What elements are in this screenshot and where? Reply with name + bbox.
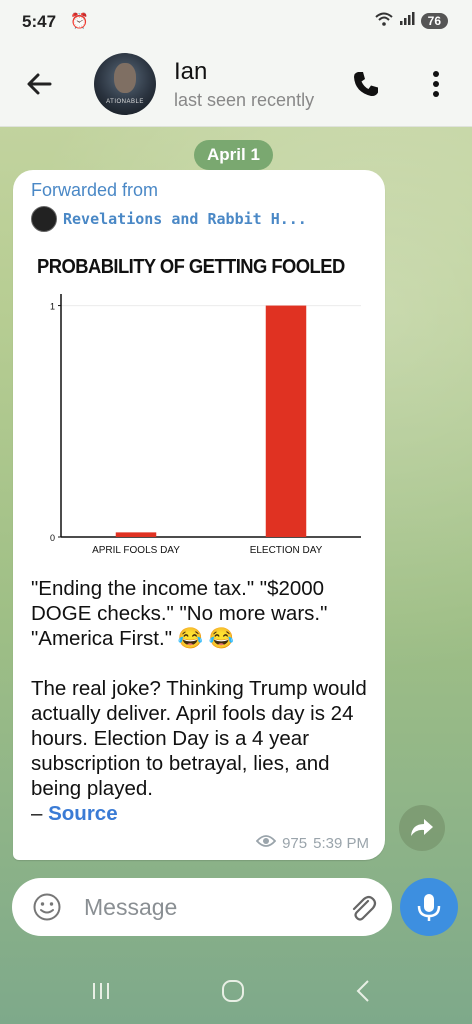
phone-call-icon[interactable]: [350, 68, 382, 100]
microphone-button[interactable]: [400, 878, 458, 936]
bar-chart: 0 1 APRIL FOOLS DAY ELECTION DAY: [50, 294, 361, 556]
alarm-icon: ⏰: [70, 13, 89, 30]
views-count: 975: [282, 834, 308, 852]
source-link[interactable]: Source: [48, 802, 118, 825]
chat-header: ATIONABLE Ian last seen recently: [0, 44, 472, 127]
signal-icon: [399, 12, 415, 29]
message-source-line: – Source: [31, 801, 377, 826]
chart-image[interactable]: PROBABILITY OF GETTING FOOLED 0 1 APRIL FO…: [25, 250, 377, 565]
avatar-caption: ATIONABLE: [106, 99, 144, 105]
system-nav-bar: [0, 960, 472, 1024]
microphone-icon: [417, 894, 441, 921]
message-bubble[interactable]: Forwarded from Revelations and Rabbit H.…: [13, 170, 385, 860]
battery-indicator: 76: [420, 12, 448, 29]
back-arrow-icon[interactable]: [22, 66, 58, 102]
more-options-icon[interactable]: [424, 68, 448, 100]
bar-election-day: [265, 305, 307, 537]
message-input[interactable]: Message: [84, 894, 177, 921]
message-text: "Ending the income tax." "$2000 DOGE che…: [31, 576, 377, 826]
forwarded-source-name[interactable]: Revelations and Rabbit H...: [63, 210, 307, 228]
y-tick-label: 0: [50, 533, 55, 543]
date-chip: April 1: [194, 140, 273, 170]
wifi-icon: [374, 12, 393, 29]
message-time: 5:39 PM: [313, 834, 369, 852]
forward-arrow-icon: [411, 819, 433, 836]
views-eye-icon: [255, 834, 277, 852]
x-tick-label: APRIL FOOLS DAY: [92, 545, 180, 556]
forwarded-label: Forwarded from: [31, 180, 159, 200]
bar-april-fools-day: [115, 532, 157, 537]
contact-avatar[interactable]: ATIONABLE: [94, 53, 156, 115]
message-meta: 975 5:39 PM: [255, 834, 369, 852]
share-forward-button[interactable]: [399, 805, 445, 851]
channel-avatar: [31, 206, 57, 232]
contact-status: last seen recently: [174, 90, 315, 110]
nav-back-icon[interactable]: [352, 978, 374, 1004]
emoji-icon[interactable]: [32, 892, 62, 922]
recent-apps-icon[interactable]: [90, 980, 112, 1002]
home-icon[interactable]: [220, 978, 246, 1004]
forwarded-source[interactable]: Revelations and Rabbit H...: [31, 206, 307, 232]
message-paragraph-2: The real joke? Thinking Trump would actu…: [31, 677, 367, 800]
status-icons: 76: [374, 12, 448, 29]
y-tick-label: 1: [50, 302, 55, 312]
x-tick-label: ELECTION DAY: [250, 545, 323, 556]
avatar-face: [114, 63, 136, 93]
message-input-bar[interactable]: Message: [12, 878, 392, 936]
message-paragraph-1: "Ending the income tax." "$2000 DOGE che…: [31, 577, 328, 650]
paperclip-icon[interactable]: [346, 892, 378, 924]
status-time: 5:47: [22, 12, 57, 31]
contact-name[interactable]: Ian: [174, 58, 207, 86]
status-bar: 5:47 ⏰ 76: [0, 0, 472, 44]
source-prefix: –: [31, 802, 49, 825]
